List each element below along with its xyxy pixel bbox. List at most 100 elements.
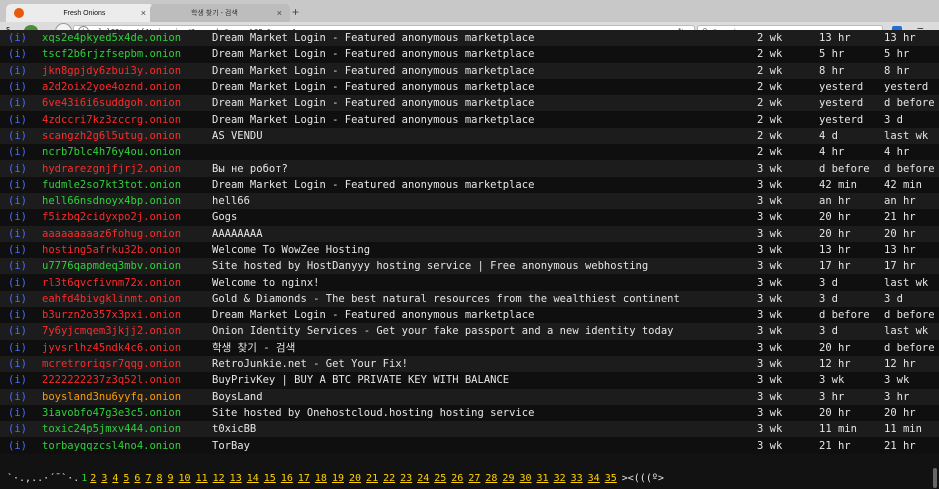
close-tab-icon[interactable]: × [277,8,282,18]
page-link[interactable]: 27 [468,473,480,484]
onion-address-link[interactable]: hosting5afrku32b.onion [42,241,212,259]
page-link[interactable]: 11 [196,473,208,484]
info-link[interactable]: (i) [0,241,42,259]
onion-address-link[interactable]: boysland3nu6yyfq.onion [42,388,212,405]
page-link[interactable]: 5 [123,473,129,484]
onion-address-link[interactable]: fudmle2so7kt3tot.onion [42,176,212,193]
onion-address-link[interactable]: 7y6yjcmqem3jkjj2.onion [42,323,212,340]
info-link[interactable]: (i) [0,339,42,356]
page-link[interactable]: 15 [264,473,276,484]
info-link[interactable]: (i) [0,127,42,145]
page-link[interactable]: 34 [588,473,600,484]
site-title: TorBay [212,437,757,454]
info-link[interactable]: (i) [0,388,42,405]
site-title: BuyPrivKey | BUY A BTC PRIVATE KEY WITH … [212,372,757,389]
onion-address-link[interactable]: rl3t6qvcfivnm72x.onion [42,274,212,291]
page-link[interactable]: 28 [485,473,497,484]
info-link[interactable]: (i) [0,30,42,47]
info-link[interactable]: (i) [0,307,42,324]
info-link[interactable]: (i) [0,437,42,454]
page-link[interactable]: 24 [417,473,429,484]
page-link[interactable]: 10 [179,473,191,484]
page-link[interactable]: 29 [502,473,514,484]
page-link[interactable]: 25 [434,473,446,484]
page-link[interactable]: 12 [213,473,225,484]
info-link[interactable]: (i) [0,404,42,422]
info-link[interactable]: (i) [0,355,42,373]
info-link[interactable]: (i) [0,323,42,340]
info-link[interactable]: (i) [0,111,42,128]
onion-address-link[interactable]: f5izbq2cidyxpo2j.onion [42,209,212,226]
onion-address-link[interactable]: 2222222237z3q52l.onion [42,372,212,389]
onion-address-link[interactable]: jkn8gpjdy6zbui3y.onion [42,62,212,79]
page-link[interactable]: 33 [571,473,583,484]
page-link[interactable]: 21 [366,473,378,484]
onion-address-link[interactable]: mcretroriqsr7qqg.onion [42,355,212,373]
page-link[interactable]: 3 [101,473,107,484]
close-tab-icon[interactable]: × [141,8,146,18]
info-link[interactable]: (i) [0,192,42,210]
onion-address-link[interactable]: toxic24p5jmxv444.onion [42,421,212,438]
page-link[interactable]: 19 [332,473,344,484]
onion-address-link[interactable]: tscf2b6rjzfsepbm.onion [42,46,212,63]
info-link[interactable]: (i) [0,95,42,112]
onion-address-link[interactable]: hydrarezgnjfjrj2.onion [42,160,212,177]
page-link[interactable]: 32 [554,473,566,484]
info-link[interactable]: (i) [0,144,42,161]
table-row: (i) 2222222237z3q52l.onion BuyPrivKey | BU… [0,372,939,389]
onion-address-link[interactable]: aaaaaaaaaz6fohug.onion [42,225,212,242]
info-link[interactable]: (i) [0,421,42,438]
info-link[interactable]: (i) [0,225,42,242]
page-link[interactable]: 6 [134,473,140,484]
info-link[interactable]: (i) [0,62,42,79]
first-seen: 20 hr [819,209,884,226]
info-link[interactable]: (i) [0,46,42,63]
page-link[interactable]: 31 [537,473,549,484]
tab-fresh-onions[interactable]: Fresh Onions × [6,4,154,22]
page-link[interactable]: 8 [156,473,162,484]
onion-address-link[interactable]: ncrb7blc4h76y4ou.onion [42,144,212,161]
page-link[interactable]: 16 [281,473,293,484]
info-link[interactable]: (i) [0,78,42,96]
page-link[interactable]: 13 [230,473,242,484]
info-link[interactable]: (i) [0,209,42,226]
onion-address-link[interactable]: eahfd4bivgklinmt.onion [42,290,212,308]
onion-address-link[interactable]: 6ve43i6i6suddgoh.onion [42,95,212,112]
page-link[interactable]: 17 [298,473,310,484]
info-link[interactable]: (i) [0,290,42,308]
onion-address-link[interactable]: u7776qapmdeq3mbv.onion [42,258,212,275]
page-link[interactable]: 9 [168,473,174,484]
new-tab-icon[interactable]: + [292,5,299,19]
page-link[interactable]: 23 [400,473,412,484]
onion-address-link[interactable]: a2d2oix2yoe4oznd.onion [42,78,212,96]
onion-address-link[interactable]: xqs2e4pkyed5x4de.onion [42,30,212,47]
onion-address-link[interactable]: torbayqqzcsl4no4.onion [42,437,212,454]
tab-search[interactable]: 학생 찾기 - 검색 × [150,4,290,22]
page-link[interactable]: 7 [145,473,151,484]
page-link[interactable]: 30 [519,473,531,484]
page-link[interactable]: 20 [349,473,361,484]
onion-address-link[interactable]: 3iavobfo47g3e3c5.onion [42,404,212,422]
last-seen: d before [884,95,939,112]
info-link[interactable]: (i) [0,176,42,193]
added-time: 3 wk [757,258,819,275]
scrollbar[interactable] [933,468,937,488]
info-link[interactable]: (i) [0,258,42,275]
page-link[interactable]: 14 [247,473,259,484]
page-link[interactable]: 2 [90,473,96,484]
onion-address-link[interactable]: b3urzn2o357x3pxi.onion [42,307,212,324]
info-link[interactable]: (i) [0,372,42,389]
onion-address-link[interactable]: 4zdccri7kz3zccrg.onion [42,111,212,128]
page-link[interactable]: 4 [112,473,118,484]
onion-address-link[interactable]: jyvsrlhz45ndk4c6.onion [42,339,212,356]
onion-address-link[interactable]: hell66nsdnoyx4bp.onion [42,192,212,210]
added-time: 3 wk [757,355,819,373]
info-link[interactable]: (i) [0,160,42,177]
info-link[interactable]: (i) [0,274,42,291]
page-link[interactable]: 18 [315,473,327,484]
first-seen: 17 hr [819,258,884,275]
page-link[interactable]: 22 [383,473,395,484]
page-link[interactable]: 26 [451,473,463,484]
page-link[interactable]: 35 [605,473,617,484]
onion-address-link[interactable]: scangzh2g6l5utug.onion [42,127,212,145]
